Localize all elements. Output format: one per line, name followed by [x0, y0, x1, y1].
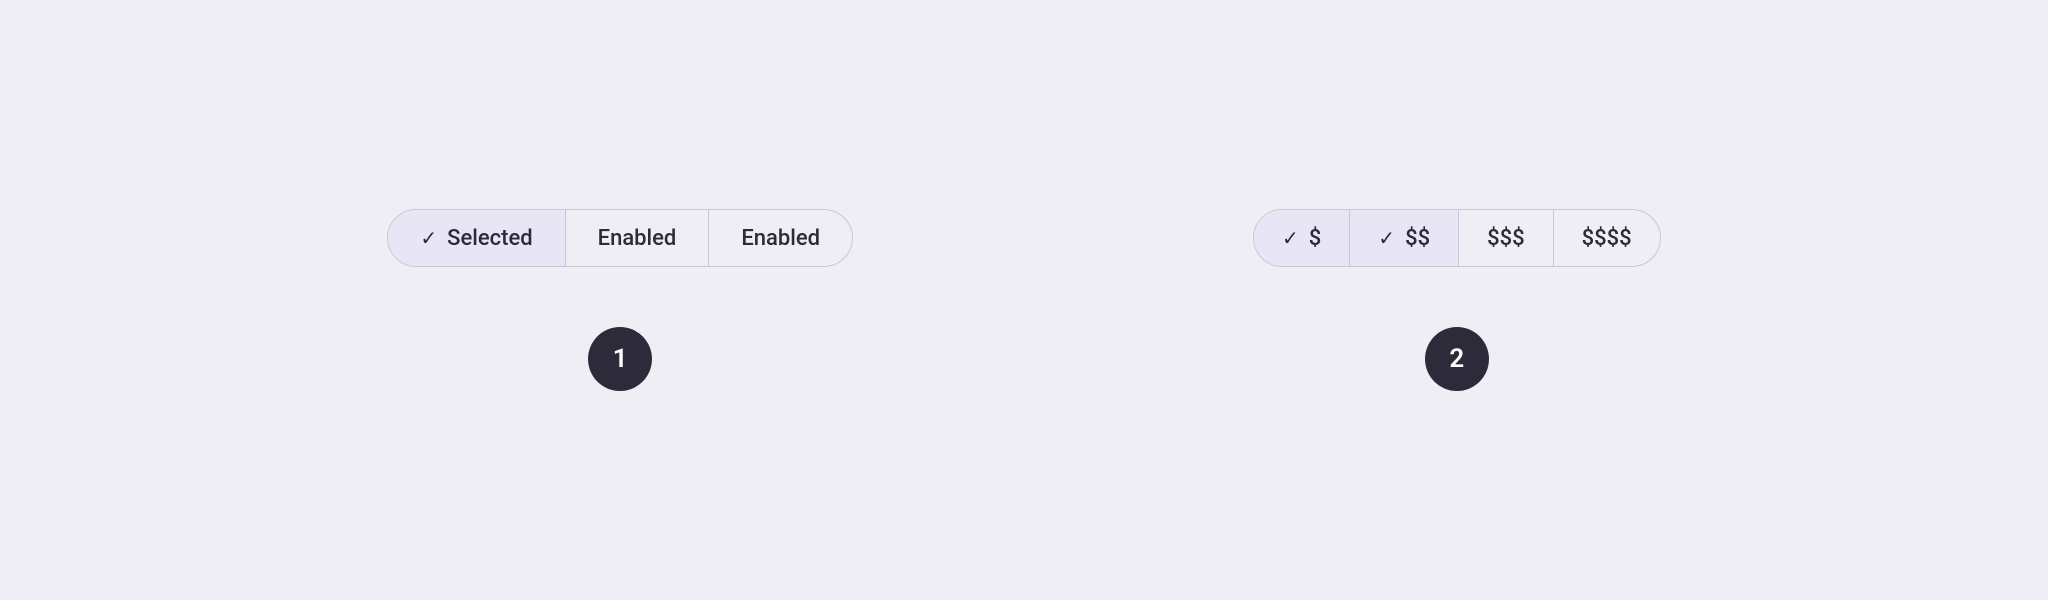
segment-dollar-1[interactable]: ✓ $: [1254, 210, 1349, 266]
segmented-control-1: ✓ Selected Enabled Enabled: [387, 209, 853, 267]
segment-dollar-2[interactable]: ✓ $$: [1349, 210, 1458, 266]
segment-dollar-2-label: $$: [1405, 226, 1430, 251]
segment-enabled-1[interactable]: Enabled: [565, 210, 709, 266]
check-icon-dollar-1: ✓: [1282, 226, 1299, 250]
segment-dollar-3[interactable]: $$$: [1458, 210, 1553, 266]
segment-selected[interactable]: ✓ Selected: [388, 210, 564, 266]
badge-2: 2: [1425, 327, 1489, 391]
check-icon-selected: ✓: [420, 226, 437, 250]
segment-selected-label: Selected: [447, 226, 533, 251]
example-group-2: ✓ $ ✓ $$ $$$ $$$$ 2: [1253, 209, 1661, 391]
segment-dollar-1-label: $: [1309, 226, 1322, 251]
segment-enabled-1-label: Enabled: [598, 226, 677, 251]
segmented-control-2: ✓ $ ✓ $$ $$$ $$$$: [1253, 209, 1661, 267]
segment-dollar-3-label: $$$: [1487, 226, 1525, 251]
segment-dollar-4[interactable]: $$$$: [1553, 210, 1660, 266]
segment-enabled-2[interactable]: Enabled: [708, 210, 852, 266]
main-container: ✓ Selected Enabled Enabled 1 ✓ $ ✓ $$: [387, 209, 1660, 391]
example-group-1: ✓ Selected Enabled Enabled 1: [387, 209, 853, 391]
check-icon-dollar-2: ✓: [1378, 226, 1395, 250]
segment-dollar-4-label: $$$$: [1582, 226, 1632, 251]
segment-enabled-2-label: Enabled: [741, 226, 820, 251]
badge-1: 1: [588, 327, 652, 391]
